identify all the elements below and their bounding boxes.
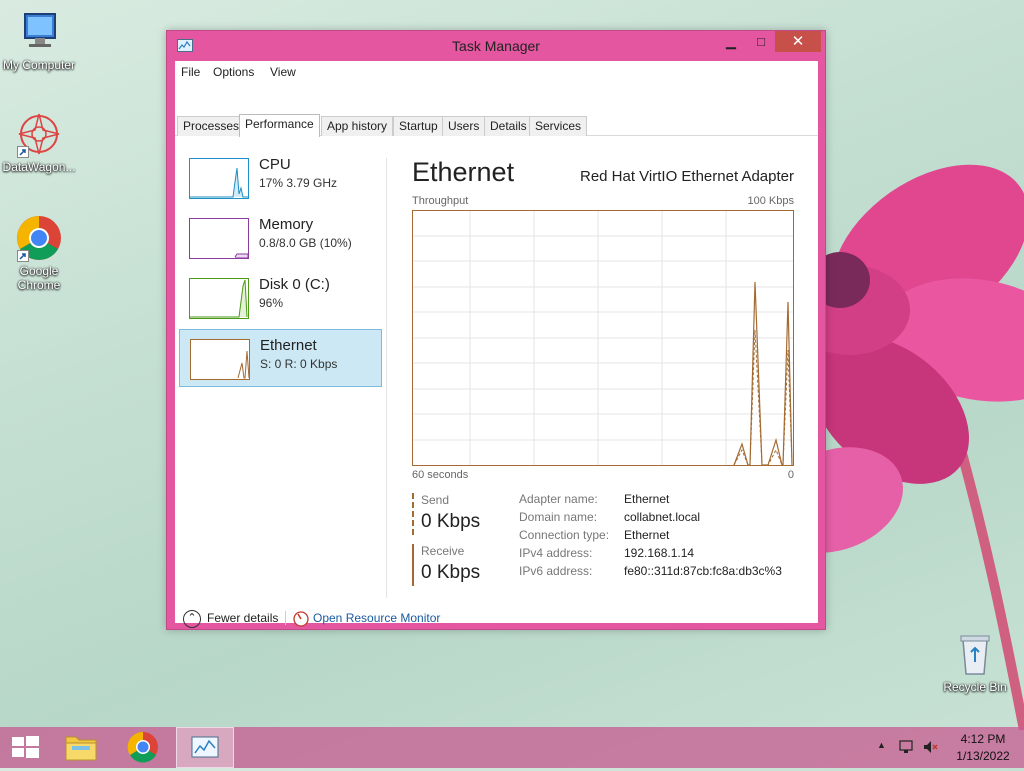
send-value: 0 Kbps — [421, 511, 481, 532]
taskbar-chrome[interactable] — [114, 727, 172, 768]
sidebar-item-disk[interactable]: Disk 0 (C:) 96% — [179, 269, 382, 327]
sidebar-item-memory[interactable]: Memory 0.8/8.0 GB (10%) — [179, 209, 382, 267]
sidebar-item-ethernet[interactable]: Ethernet S: 0 R: 0 Kbps — [179, 329, 382, 387]
window-client-area: File Options View Processes Performance … — [175, 61, 818, 628]
taskbar: ▲ 4:12 PM 1/13/2022 — [0, 727, 1024, 768]
ethernet-thumbnail-graph — [190, 339, 250, 380]
show-hidden-icons-arrow[interactable]: ▲ — [877, 740, 886, 750]
desktop-icon-datawagon[interactable]: DataWagon... — [0, 110, 78, 174]
memory-thumbnail-graph — [189, 218, 249, 259]
sidebar-item-label: Disk 0 (C:) — [259, 276, 330, 293]
shortcut-arrow-icon — [17, 146, 29, 158]
desktop-icon-label: Google Chrome — [17, 264, 61, 292]
property-value: Ethernet — [624, 492, 670, 506]
sidebar-item-detail: 96% — [259, 296, 284, 310]
cpu-thumbnail-graph — [189, 158, 249, 199]
disk-thumbnail-graph — [189, 278, 249, 319]
desktop-icon-label: DataWagon... — [2, 160, 76, 174]
property-value: collabnet.local — [624, 510, 701, 524]
tab-strip: Processes Performance App history Startu… — [175, 83, 818, 137]
tab-processes[interactable]: Processes — [177, 116, 246, 136]
footer-bar: ⌃ Fewer details Open Resource Monitor — [175, 608, 818, 641]
property-label: Domain name: — [519, 510, 598, 524]
sidebar-item-label: Ethernet — [260, 337, 317, 354]
taskbar-task-manager[interactable] — [176, 727, 234, 768]
windows-logo-icon — [12, 736, 39, 758]
property-label: IPv6 address: — [519, 564, 593, 578]
shortcut-arrow-icon — [17, 250, 29, 262]
sidebar-item-label: CPU — [259, 156, 291, 173]
clock-date[interactable]: 1/13/2022 — [948, 749, 1018, 763]
desktop-icon-label: My Computer — [2, 58, 76, 72]
tab-app-history[interactable]: App history — [321, 116, 394, 136]
throughput-label: Throughput — [412, 195, 469, 207]
menu-view[interactable]: View — [270, 65, 296, 79]
computer-icon — [15, 8, 63, 56]
adapter-description: Red Hat VirtIO Ethernet Adapter — [579, 168, 794, 185]
menu-bar: File Options View — [175, 61, 818, 83]
volume-muted-icon[interactable] — [922, 739, 938, 755]
graph-min-scale: 0 — [787, 469, 794, 481]
property-label: IPv4 address: — [519, 546, 593, 560]
fewer-details-label: Fewer details — [207, 611, 279, 625]
chrome-icon — [127, 731, 158, 763]
property-value: fe80::311d:87cb:fc8a:db3c%3 — [624, 564, 782, 578]
close-button[interactable]: ✕ — [775, 31, 821, 52]
menu-options[interactable]: Options — [213, 65, 254, 79]
sidebar-item-detail: 0.8/8.0 GB (10%) — [259, 236, 352, 250]
minimize-button[interactable]: ▁ — [717, 31, 745, 52]
property-label: Connection type: — [519, 528, 610, 542]
sidebar-item-cpu[interactable]: CPU 17% 3.79 GHz — [179, 149, 382, 207]
graph-max-scale: 100 Kbps — [747, 195, 794, 207]
property-label: Adapter name: — [519, 492, 598, 506]
property-value: Ethernet — [624, 528, 670, 542]
sidebar-item-label: Memory — [259, 216, 314, 233]
start-button[interactable] — [0, 727, 58, 768]
tab-users[interactable]: Users — [442, 116, 486, 136]
throughput-graph — [412, 210, 794, 466]
chevron-up-icon: ⌃ — [183, 609, 201, 628]
tab-details[interactable]: Details — [484, 116, 533, 136]
footer-separator — [285, 611, 286, 625]
resource-monitor-icon — [293, 611, 309, 627]
fewer-details-button[interactable]: ⌃ Fewer details — [183, 608, 278, 628]
task-manager-icon — [191, 736, 219, 758]
send-label: Send — [421, 493, 450, 507]
graph-time-span: 60 seconds — [412, 469, 469, 481]
taskbar-file-explorer[interactable] — [52, 727, 110, 768]
recycle-bin-icon — [951, 630, 999, 678]
desktop-icon-label: Recycle Bin — [943, 680, 1007, 694]
task-manager-window: Task Manager ▁ □ ✕ File Options View Pro… — [166, 30, 826, 630]
chrome-icon — [15, 214, 63, 262]
receive-stat: Receive 0 Kbps — [412, 544, 507, 586]
desktop-icon-google-chrome[interactable]: Google Chrome — [0, 214, 78, 292]
sidebar-item-detail: S: 0 R: 0 Kbps — [260, 357, 338, 371]
pane-divider — [386, 158, 387, 598]
receive-label: Receive — [421, 544, 465, 558]
send-stat: Send 0 Kbps — [412, 493, 507, 535]
open-resource-monitor-link[interactable]: Open Resource Monitor — [293, 608, 440, 628]
menu-file[interactable]: File — [181, 65, 200, 79]
maximize-button[interactable]: □ — [747, 31, 775, 52]
title-bar[interactable]: Task Manager ▁ □ ✕ — [167, 31, 825, 61]
sidebar-item-detail: 17% 3.79 GHz — [259, 176, 338, 190]
property-value: 192.168.1.14 — [624, 546, 695, 560]
tab-startup[interactable]: Startup — [393, 116, 444, 136]
clock-time[interactable]: 4:12 PM — [948, 732, 1018, 746]
receive-value: 0 Kbps — [421, 562, 481, 583]
desktop-icon-recycle-bin[interactable]: Recycle Bin — [936, 630, 1014, 694]
folder-icon — [65, 736, 97, 761]
open-resource-monitor-label: Open Resource Monitor — [313, 611, 441, 625]
desktop-icon-my-computer[interactable]: My Computer — [0, 8, 78, 72]
datawagon-icon — [15, 110, 63, 158]
tab-performance[interactable]: Performance — [239, 114, 320, 137]
panel-title: Ethernet — [412, 157, 515, 187]
network-icon[interactable] — [898, 739, 914, 755]
tab-services[interactable]: Services — [529, 116, 588, 136]
